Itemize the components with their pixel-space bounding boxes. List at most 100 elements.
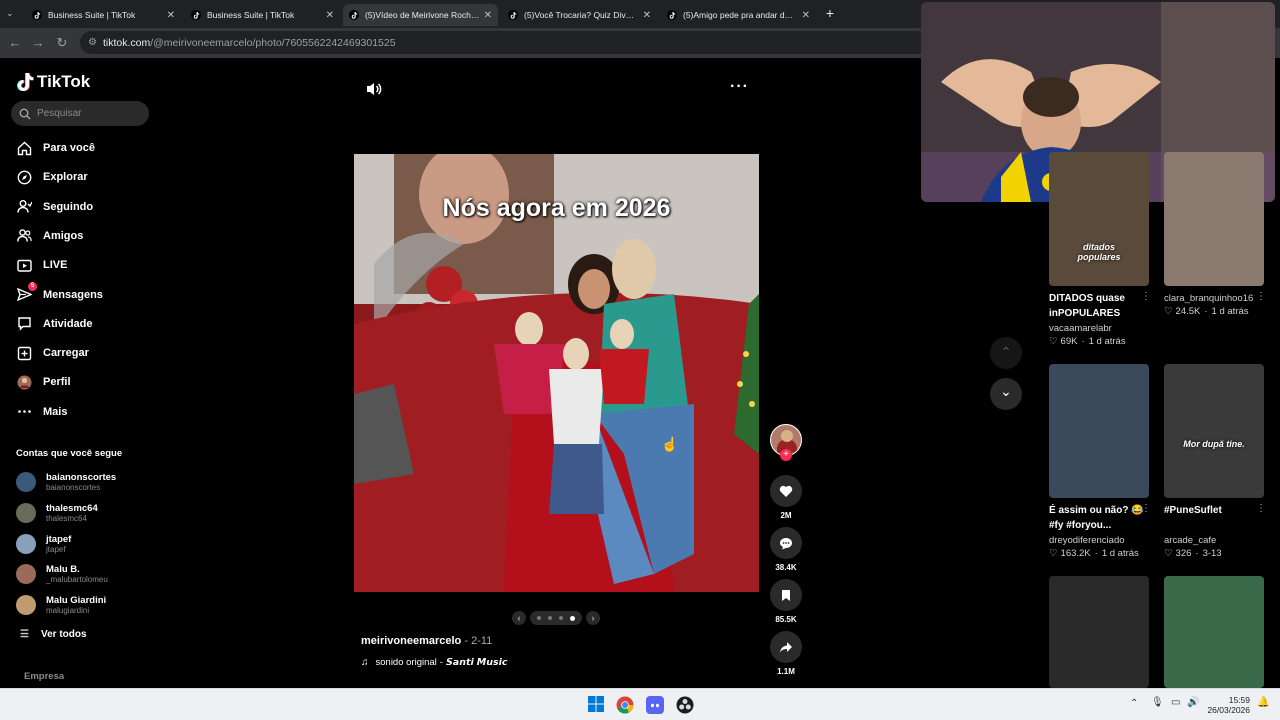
follow-plus-button[interactable]: + — [780, 449, 792, 461]
windows-start-icon[interactable] — [588, 696, 606, 714]
recommended-video-author[interactable]: dreyodiferenciado — [1049, 535, 1125, 546]
tab-close-icon[interactable]: ✕ — [643, 10, 651, 21]
discord-icon[interactable] — [646, 696, 664, 714]
recommended-video-title[interactable]: DITADOS quase inPOPULARES — [1049, 291, 1149, 321]
recommended-video-thumbnail[interactable]: ditados populares — [1049, 152, 1149, 286]
recommended-video-title[interactable]: É assim ou não? 😂 #fy #foryou... — [1049, 503, 1149, 533]
comment-button[interactable] — [770, 527, 802, 559]
recommended-video-stats: ♡ 24.5K · 1 d atrás — [1164, 306, 1249, 317]
tiktok-logo[interactable]: TikTok — [16, 72, 90, 92]
carousel-dot[interactable] — [559, 616, 563, 620]
recommended-video-thumbnail[interactable] — [1164, 576, 1264, 688]
activity-icon — [16, 315, 33, 332]
recommended-video-thumbnail[interactable] — [1049, 576, 1149, 688]
tiktok-note-icon — [17, 73, 34, 91]
more-options-icon[interactable]: ··· — [730, 79, 749, 95]
followed-account[interactable]: Malu B. _malubartolomeu — [16, 560, 108, 588]
next-video-button[interactable]: ⌄ — [990, 378, 1022, 410]
share-button[interactable] — [770, 631, 802, 663]
followed-account[interactable]: baianonscortes baianonscortes — [16, 468, 116, 496]
followed-account[interactable]: jtapef jtapef — [16, 530, 71, 558]
obs-icon[interactable] — [676, 696, 694, 714]
following-icon — [16, 198, 33, 215]
avatar — [16, 533, 36, 554]
post-photo[interactable]: Nós agora em 2026 — [354, 154, 759, 592]
new-tab-button[interactable]: + — [822, 5, 838, 21]
forward-button[interactable]: → — [29, 34, 47, 52]
tab-close-icon[interactable]: ✕ — [484, 10, 492, 21]
avatar — [16, 564, 36, 585]
home-icon — [16, 140, 33, 157]
tab-close-icon[interactable]: ✕ — [167, 10, 175, 21]
carousel-prev-button[interactable]: ‹ — [512, 611, 526, 625]
account-handle: thalesmc64 — [46, 513, 87, 523]
more-options-icon[interactable]: ⋮ — [1141, 291, 1151, 302]
sidebar-item-mais[interactable]: Mais — [16, 402, 67, 422]
site-info-icon[interactable]: ⚙ — [88, 37, 97, 48]
carousel-dot[interactable] — [570, 615, 575, 621]
post-author[interactable]: meirivoneemarcelo — [361, 635, 461, 647]
carousel-dot[interactable] — [537, 616, 541, 620]
back-button[interactable]: ← — [6, 34, 24, 52]
followed-account[interactable]: thalesmc64 thalesmc64 — [16, 499, 98, 527]
sound-label: sonido original — [375, 657, 437, 668]
recommended-video-thumbnail[interactable] — [1164, 152, 1264, 286]
tab-close-icon[interactable]: ✕ — [326, 10, 334, 21]
sound-row[interactable]: ♫ sonido original - 𝙎𝙖𝙣𝙩𝙞 𝙈𝙪𝙨𝙞𝙘 — [361, 657, 508, 668]
sidebar-item-explorar[interactable]: Explorar — [16, 167, 88, 187]
reload-button[interactable]: ↻ — [53, 34, 71, 52]
more-options-icon[interactable]: ⋮ — [1141, 503, 1151, 514]
network-icon[interactable]: ▭ — [1171, 697, 1180, 708]
microphone-icon[interactable]: 🎙 — [1151, 697, 1164, 708]
sidebar-item-mensagens[interactable]: 5 Mensagens — [16, 282, 103, 305]
recommended-video-thumbnail[interactable] — [1049, 364, 1149, 498]
sidebar-item-perfil[interactable]: Perfil — [16, 372, 71, 392]
recommended-video-title[interactable]: #PuneSuflet — [1164, 503, 1264, 518]
tray-chevron-icon[interactable]: ⌃ — [1130, 698, 1138, 709]
tiktok-favicon-icon — [32, 10, 42, 20]
speaker-icon[interactable]: 🔊 — [1187, 697, 1199, 708]
more-options-icon[interactable]: ⋮ — [1256, 503, 1266, 514]
account-name: jtapef — [46, 533, 72, 545]
chrome-icon[interactable] — [616, 696, 634, 714]
sidebar-item-seguindo[interactable]: Seguindo — [16, 197, 93, 217]
volume-icon[interactable] — [366, 82, 384, 98]
sidebar-item-label: Carregar — [43, 347, 89, 360]
recommended-video-author[interactable]: vacaamarelabr — [1049, 323, 1112, 334]
carousel-dot[interactable] — [548, 616, 552, 620]
sidebar: TikTok Pesquisar Para você Explorar Seguin… — [0, 58, 160, 688]
browser-tab[interactable]: (5)Vídeo de Meirivone Rocha (@ ✕ — [343, 4, 498, 26]
tab-close-icon[interactable]: ✕ — [802, 10, 810, 21]
carousel-next-button[interactable]: › — [586, 611, 600, 625]
sidebar-item-label: Amigos — [43, 229, 84, 242]
tab-list-dropdown[interactable]: ⌄ — [6, 8, 20, 22]
followed-account[interactable]: Malu Giardini malugiardini — [16, 591, 106, 619]
sidebar-item-label: Perfil — [43, 376, 71, 389]
search-input[interactable]: Pesquisar — [11, 101, 149, 126]
recommended-video-author[interactable]: arcade_cafe — [1164, 535, 1216, 546]
browser-tab[interactable]: Business Suite | TikTok ✕ — [185, 4, 340, 26]
browser-tab[interactable]: (5)Você Trocaria? Quiz Divertido ✕ — [502, 4, 657, 26]
notification-icon[interactable]: 🔔 — [1257, 697, 1269, 708]
footer-link-empresa[interactable]: Empresa — [24, 671, 64, 682]
recommended-video-author[interactable]: clara_branquinhoo16 — [1164, 293, 1253, 304]
see-all-link[interactable]: ☰ Ver todos — [20, 629, 87, 640]
browser-tab[interactable]: (5)Amigo pede pra andar de ca ✕ — [661, 4, 816, 26]
sidebar-item-atividade[interactable]: Atividade — [16, 314, 93, 334]
like-count: 2M — [780, 511, 792, 520]
post-age: 1 d atrás — [1211, 306, 1249, 317]
browser-tab[interactable]: Business Suite | TikTok ✕ — [26, 4, 181, 26]
account-handle: jtapef — [46, 544, 66, 554]
recommended-video-thumbnail[interactable]: Mor după tine. — [1164, 364, 1264, 498]
taskbar-clock[interactable]: 15:59 26/03/2026 — [1207, 695, 1250, 715]
previous-video-button[interactable]: ⌃ — [990, 337, 1022, 369]
like-button[interactable] — [770, 475, 802, 507]
sidebar-item-label: Atividade — [43, 317, 93, 330]
sidebar-item-live[interactable]: LIVE — [16, 255, 67, 275]
save-button[interactable] — [770, 579, 802, 611]
url-field[interactable]: ⚙ tiktok.com/@meirivoneemarcelo/photo/76… — [80, 31, 930, 54]
more-options-icon[interactable]: ⋮ — [1256, 291, 1266, 302]
sidebar-item-carregar[interactable]: Carregar — [16, 343, 89, 363]
sidebar-item-amigos[interactable]: Amigos — [16, 226, 83, 246]
sidebar-item-para-voc-[interactable]: Para você — [16, 138, 95, 158]
